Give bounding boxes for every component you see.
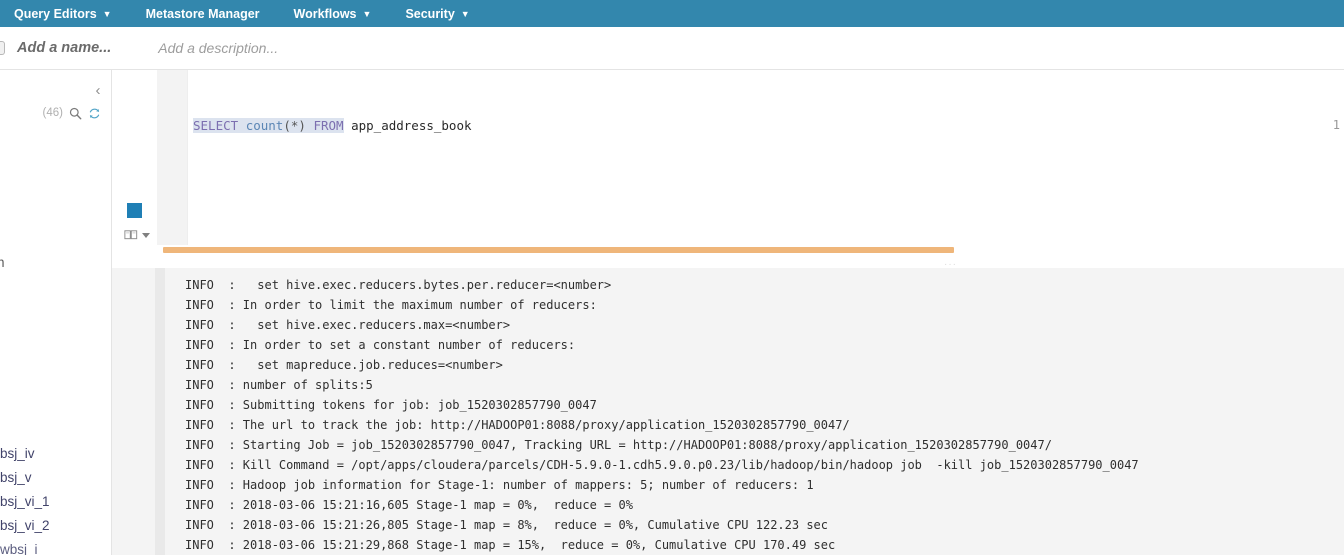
nav-item-label: Metastore Manager xyxy=(145,6,260,21)
sql-token-space xyxy=(238,118,246,133)
log-line: INFO : The url to track the job: http://… xyxy=(185,418,850,432)
assist-toolbar: (46) xyxy=(43,106,101,120)
query-log-panel[interactable]: INFO : set hive.exec.reducers.bytes.per.… xyxy=(112,268,1344,555)
log-line: INFO : set hive.exec.reducers.bytes.per.… xyxy=(185,278,612,292)
log-line: INFO : set hive.exec.reducers.max=<numbe… xyxy=(185,318,511,332)
chevron-down-icon: ▼ xyxy=(102,9,112,19)
log-line: INFO : In order to limit the maximum num… xyxy=(185,298,597,312)
sql-token-from: FROM xyxy=(313,118,344,133)
editor-code-line[interactable]: SELECT count(*) FROM app_address_book xyxy=(193,118,472,134)
list-item[interactable]: bsj_vi_1 xyxy=(0,490,112,514)
document-titlebar: Add a name... Add a description... xyxy=(0,27,1344,70)
editor-gutter xyxy=(157,70,188,245)
top-navbar: Query Editors ▼ Metastore Manager Workfl… xyxy=(0,0,1344,27)
sql-token-open-paren: ( xyxy=(283,118,291,133)
assist-count-label: (46) xyxy=(42,107,63,119)
list-item[interactable]: bsj_v xyxy=(0,466,112,490)
log-line: INFO : 2018-03-06 15:21:29,868 Stage-1 m… xyxy=(185,538,836,552)
chevron-down-icon: ▼ xyxy=(362,9,372,19)
hue-query-editor-app: Query Editors ▼ Metastore Manager Workfl… xyxy=(0,0,1344,555)
assist-partial-label: n xyxy=(0,255,5,270)
log-line: INFO : 2018-03-06 15:21:26,805 Stage-1 m… xyxy=(185,518,828,532)
log-panel-edge xyxy=(155,268,165,555)
nav-item-workflows[interactable]: Workflows ▼ xyxy=(294,7,372,21)
search-icon[interactable] xyxy=(68,106,82,120)
sql-token-table: app_address_book xyxy=(351,118,472,133)
sql-token-count: count xyxy=(245,118,284,133)
sql-editor[interactable]: 1 SELECT count(*) FROM app_address_book xyxy=(157,70,1344,245)
sql-token-close-paren: ) xyxy=(298,118,306,133)
chevron-left-icon[interactable]: ‹ xyxy=(91,82,105,100)
list-item[interactable]: bsj_iv xyxy=(0,442,112,466)
nav-item-label: Query Editors xyxy=(14,6,97,21)
editor-side-toolbar xyxy=(112,70,157,255)
nav-item-security[interactable]: Security ▼ xyxy=(405,7,469,21)
nav-item-label: Workflows xyxy=(293,6,357,21)
nav-item-metastore-manager[interactable]: Metastore Manager xyxy=(146,7,260,21)
log-line: INFO : Starting Job = job_1520302857790_… xyxy=(185,438,1052,452)
editor-line-number: 1 xyxy=(1332,118,1340,132)
query-progress-fill xyxy=(163,247,955,253)
stop-square-icon[interactable] xyxy=(127,203,142,218)
chevron-down-icon xyxy=(142,232,150,238)
log-lines-container: INFO : set hive.exec.reducers.bytes.per.… xyxy=(165,268,1344,555)
query-progress-track xyxy=(163,247,1344,253)
document-icon xyxy=(0,41,5,55)
sql-token-space xyxy=(344,118,352,133)
chevron-down-icon: ▼ xyxy=(460,9,470,19)
log-line: INFO : set mapreduce.job.reduces=<number… xyxy=(185,358,503,372)
log-line: INFO : Kill Command = /opt/apps/cloudera… xyxy=(185,458,1139,472)
log-line: INFO : 2018-03-06 15:21:16,605 Stage-1 m… xyxy=(185,498,633,512)
document-description-input[interactable]: Add a description... xyxy=(158,40,278,56)
log-line: INFO : Submitting tokens for job: job_15… xyxy=(185,398,597,412)
sql-token-select: SELECT xyxy=(193,118,239,133)
assist-panel: ‹ (46) n bsj_iv bsj_v bsj_vi_1 bsj_vi_2 … xyxy=(0,70,112,555)
log-line: INFO : Hadoop job information for Stage-… xyxy=(185,478,814,492)
book-history-icon xyxy=(124,228,138,242)
nav-item-label: Security xyxy=(405,6,455,21)
log-line: INFO : In order to set a constant number… xyxy=(185,338,576,352)
assist-table-list: bsj_iv bsj_v bsj_vi_1 bsj_vi_2 wbsj_i xyxy=(0,442,112,555)
refresh-icon[interactable] xyxy=(87,106,101,120)
nav-item-query-editors[interactable]: Query Editors ▼ xyxy=(14,7,112,21)
document-name-input[interactable]: Add a name... xyxy=(17,40,111,56)
log-line: INFO : number of splits:5 xyxy=(185,378,373,392)
query-history-button[interactable] xyxy=(124,228,150,242)
list-item[interactable]: bsj_vi_2 xyxy=(0,514,112,538)
list-item[interactable]: wbsj_i xyxy=(0,538,112,555)
